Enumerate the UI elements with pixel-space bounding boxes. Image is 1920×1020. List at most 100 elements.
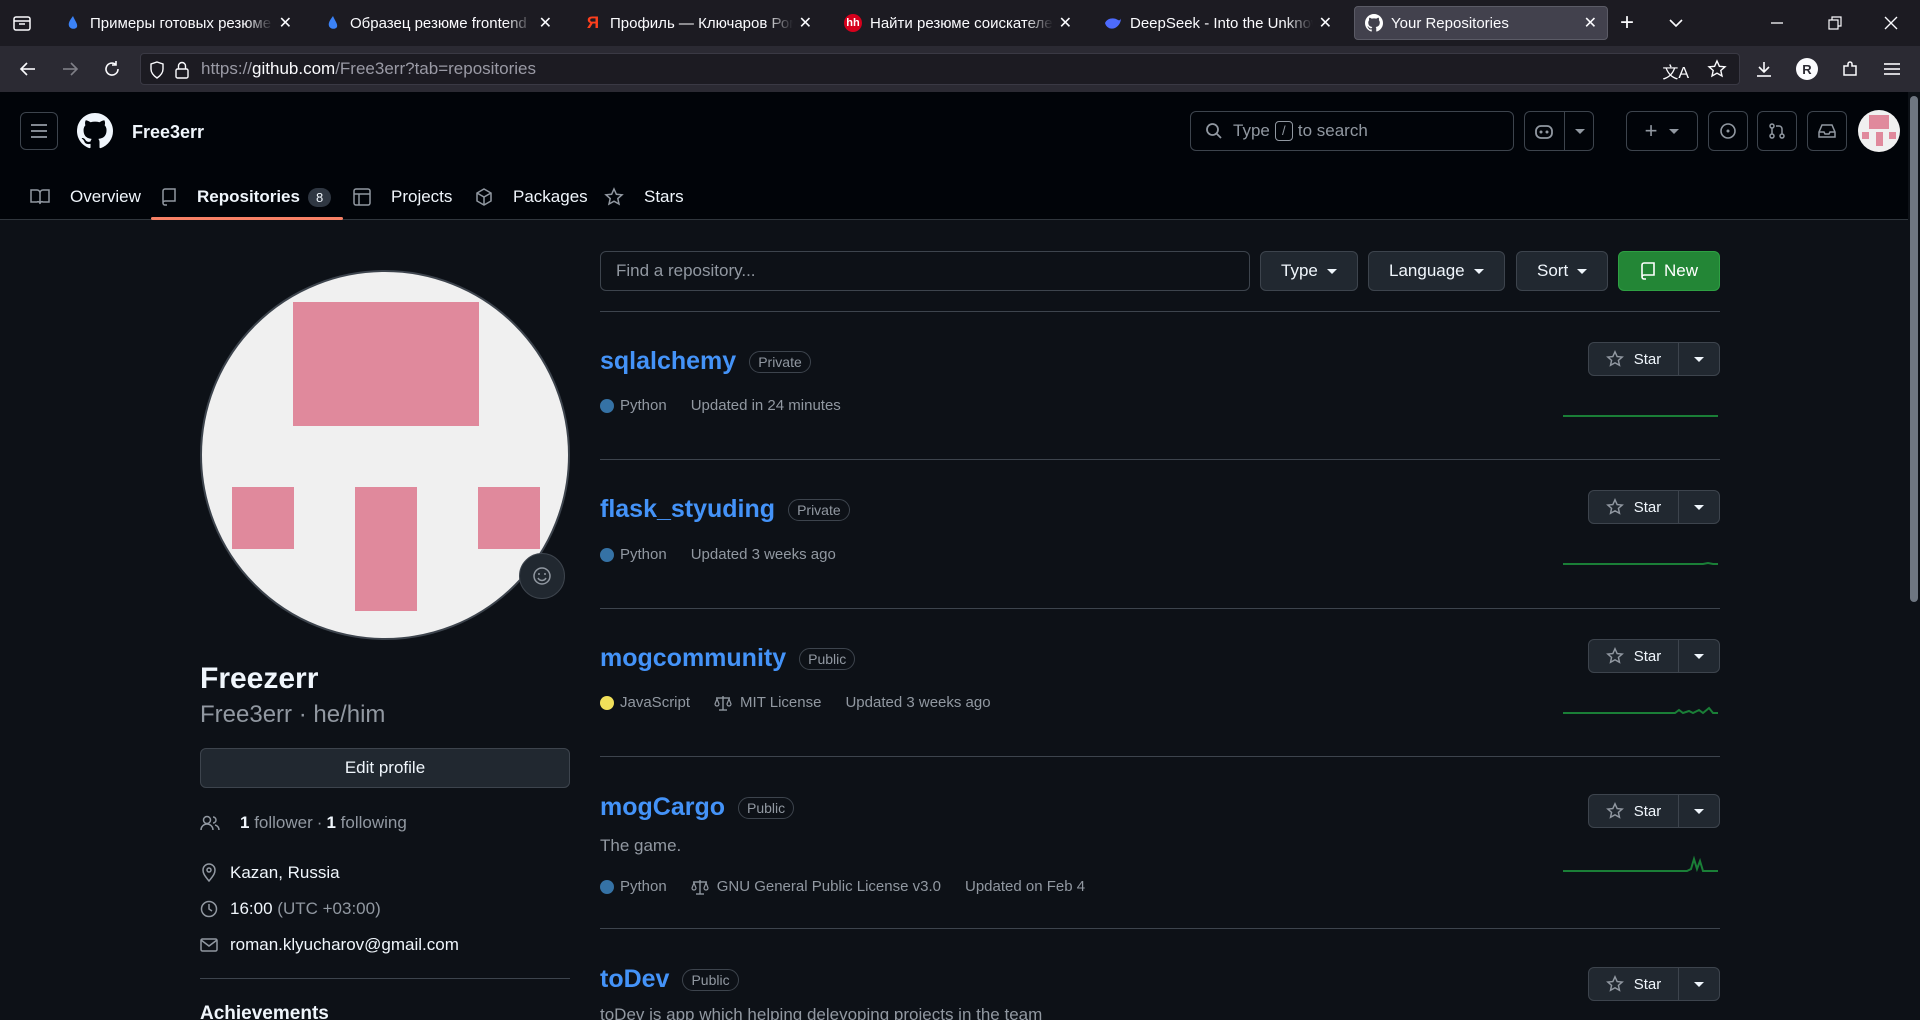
reload-icon[interactable] [94, 46, 130, 92]
tab-overflow-icon[interactable] [1668, 0, 1684, 46]
repo-item: toDev Public toDev is app which helping … [600, 929, 1720, 1020]
close-tab-icon[interactable]: ✕ [279, 13, 292, 33]
browser-tab[interactable]: Я Профиль — Ключаров Ром ✕ [574, 6, 822, 40]
restore-icon[interactable] [1828, 0, 1842, 46]
chevron-down-icon [1577, 268, 1588, 274]
url-text[interactable]: https://github.com/Free3err?tab=reposito… [201, 59, 536, 79]
hamburger-menu-button[interactable] [20, 112, 58, 150]
followers-link[interactable]: 1 follower [240, 813, 313, 833]
close-tab-icon[interactable]: ✕ [1059, 13, 1072, 33]
close-tab-icon[interactable]: ✕ [1319, 13, 1332, 33]
url-bar[interactable]: https://github.com/Free3err?tab=reposito… [140, 53, 1740, 85]
repo-name-link[interactable]: toDev [600, 965, 669, 994]
repo-icon [1641, 262, 1655, 280]
close-tab-icon[interactable]: ✕ [799, 13, 812, 33]
find-repository-input[interactable]: Find a repository... [600, 251, 1250, 291]
back-icon[interactable] [10, 46, 46, 92]
edit-profile-button[interactable]: Edit profile [200, 748, 570, 788]
star-list-dropdown[interactable] [1679, 795, 1719, 827]
account-icon[interactable]: R [1789, 46, 1825, 92]
repo-name-link[interactable]: mogcommunity [600, 644, 786, 673]
browser-tab[interactable]: DeepSeek - Into the Unknow ✕ [1094, 6, 1342, 40]
scrollbar-thumb[interactable] [1910, 96, 1918, 602]
star-list-dropdown[interactable] [1679, 640, 1719, 672]
language-filter-button[interactable]: Language [1368, 251, 1505, 291]
browser-tab[interactable]: Примеры готовых резюме ✕ [54, 6, 302, 40]
star-list-dropdown[interactable] [1679, 343, 1719, 375]
app-menu-icon[interactable] [1874, 46, 1910, 92]
email-link[interactable]: roman.klyucharov@gmail.com [230, 935, 459, 955]
visibility-badge: Public [738, 796, 795, 819]
new-tab-icon[interactable]: + [1620, 0, 1634, 46]
repo-name-link[interactable]: flask_styuding [600, 495, 775, 524]
sort-button[interactable]: Sort [1516, 251, 1608, 291]
create-new-button[interactable]: + [1626, 111, 1698, 151]
tab-stars[interactable]: Stars [604, 174, 684, 220]
repo-name-link[interactable]: sqlalchemy [600, 347, 736, 376]
page-scrollbar[interactable] [1908, 92, 1920, 1020]
github-logo-icon[interactable] [77, 113, 113, 154]
search-input[interactable]: Type / to search [1190, 111, 1514, 151]
star-button[interactable]: Star [1589, 343, 1679, 375]
star-button[interactable]: Star [1589, 491, 1679, 523]
star-button[interactable]: Star [1589, 795, 1679, 827]
following-link[interactable]: 1 following [326, 813, 406, 833]
language-filter-label: Language [1389, 261, 1465, 280]
chevron-down-icon [1694, 981, 1704, 987]
minimize-icon[interactable] [1770, 0, 1784, 46]
close-tab-icon[interactable]: ✕ [1584, 13, 1597, 33]
language-color-dot [600, 547, 614, 562]
downloads-icon[interactable] [1746, 46, 1782, 92]
set-status-button[interactable] [519, 553, 565, 599]
shield-icon[interactable] [149, 61, 165, 84]
close-tab-icon[interactable]: ✕ [539, 13, 552, 33]
star-list-dropdown[interactable] [1679, 968, 1719, 1000]
repo-name-link[interactable]: mogCargo [600, 793, 725, 822]
pull-requests-button[interactable] [1757, 111, 1797, 151]
tab-projects[interactable]: Projects [353, 174, 452, 220]
drop-icon [64, 14, 82, 32]
new-repository-button[interactable]: New [1618, 251, 1720, 291]
following-label: following [340, 813, 407, 832]
time-row: 16:00 (UTC +03:00) [200, 899, 381, 919]
browser-tab-bar: Примеры готовых резюме ✕ Образец резюме … [0, 0, 1920, 46]
search-placeholder-rest: to search [1297, 121, 1368, 140]
star-button[interactable]: Star [1589, 640, 1679, 672]
chevron-down-icon [1694, 356, 1704, 362]
type-filter-button[interactable]: Type [1260, 251, 1358, 291]
copilot-button[interactable] [1524, 111, 1594, 151]
github-icon [1365, 14, 1383, 32]
browser-tab-active[interactable]: Your Repositories ✕ [1354, 6, 1608, 40]
star-icon [604, 187, 634, 207]
lock-icon[interactable] [175, 61, 189, 84]
user-avatar[interactable] [1858, 110, 1900, 152]
translate-icon[interactable]: 文A [1662, 59, 1689, 83]
tab-repositories[interactable]: Repositories 8 [151, 174, 344, 220]
extensions-icon[interactable] [1832, 46, 1868, 92]
repo-language: Python [620, 397, 667, 414]
tab-overview[interactable]: Overview [30, 174, 141, 220]
issues-button[interactable] [1708, 111, 1748, 151]
browser-tab[interactable]: hh Найти резюме соискателей ✕ [834, 6, 1082, 40]
profile-avatar[interactable] [200, 270, 570, 640]
profile-name: Freezerr [200, 662, 319, 695]
star-button[interactable]: Star [1589, 968, 1679, 1000]
inbox-button[interactable] [1807, 111, 1847, 151]
visibility-badge: Public [799, 647, 856, 670]
repo-language: JavaScript [620, 694, 691, 711]
tab-list-icon[interactable] [0, 0, 44, 46]
smiley-icon [533, 567, 551, 585]
timezone: (UTC +03:00) [277, 899, 381, 918]
achievements-heading[interactable]: Achievements [200, 1003, 329, 1020]
forward-icon[interactable] [52, 46, 88, 92]
language-color-dot [600, 695, 614, 710]
star-list-dropdown[interactable] [1679, 491, 1719, 523]
close-window-icon[interactable] [1884, 0, 1898, 46]
bookmark-star-icon[interactable] [1707, 59, 1727, 84]
header-username[interactable]: Free3err [132, 122, 204, 143]
tab-packages[interactable]: Packages [475, 174, 588, 220]
email-row: roman.klyucharov@gmail.com [200, 935, 459, 955]
browser-tab[interactable]: Образец резюме frontend ✕ [314, 6, 562, 40]
chevron-down-icon [1694, 808, 1704, 814]
hh-icon: hh [844, 14, 862, 32]
